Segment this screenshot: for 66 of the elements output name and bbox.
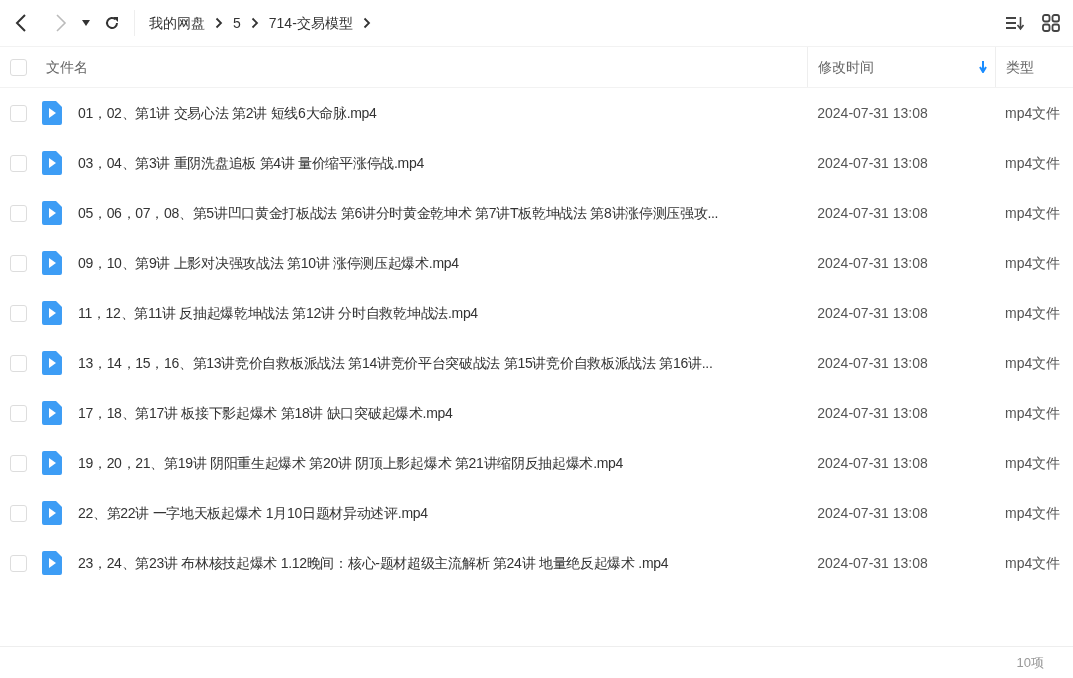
row-checkbox[interactable] bbox=[10, 554, 27, 572]
row-checkbox[interactable] bbox=[10, 304, 27, 322]
column-header[interactable]: 修改时间 bbox=[818, 56, 874, 78]
video-file-icon bbox=[41, 551, 62, 575]
row-checkbox[interactable] bbox=[10, 454, 27, 472]
chevron-icon bbox=[362, 17, 371, 29]
file-name[interactable]: 19，20，21、第19讲 阴阳重生起爆术 第20讲 阴顶上影起爆术 第21讲缩阴反抽起爆术.mp4 bbox=[77, 452, 624, 474]
file-name[interactable]: 22、第22讲 一字地天板起爆术 1月10日题材异动述评.mp4 bbox=[77, 502, 428, 524]
video-file-icon bbox=[41, 151, 62, 175]
file-name[interactable]: 13，14，15，16、第13讲竞价自救板派战法 第14讲竞价平台突破战法 第15讲竞价自救板派战法 第16讲... bbox=[77, 352, 713, 374]
video-file-icon bbox=[41, 351, 62, 375]
breadcrumb-link[interactable]: 5 bbox=[233, 12, 241, 34]
breadcrumb-link[interactable]: 我的网盘 bbox=[149, 12, 205, 34]
item-count: 10项 bbox=[1016, 653, 1044, 672]
modified-time: 2024-07-31 13:08 bbox=[817, 453, 928, 473]
caret-icon bbox=[82, 20, 90, 26]
chevron-icon bbox=[250, 17, 259, 29]
column-header[interactable]: 类型 bbox=[1006, 56, 1034, 78]
file-type: mp4文件 bbox=[1005, 403, 1061, 423]
modified-time: 2024-07-31 13:08 bbox=[817, 353, 928, 373]
column-header[interactable]: 文件名 bbox=[46, 56, 88, 78]
video-file-icon bbox=[41, 301, 62, 325]
modified-time: 2024-07-31 13:08 bbox=[817, 553, 928, 573]
grid-view-button[interactable] bbox=[1039, 11, 1063, 35]
file-type: mp4文件 bbox=[1005, 453, 1061, 473]
chevron-icon bbox=[215, 17, 223, 29]
file-name[interactable]: 17，18、第17讲 板接下影起爆术 第18讲 缺口突破起爆术.mp4 bbox=[77, 402, 453, 424]
video-file-icon bbox=[41, 401, 62, 425]
row-checkbox[interactable] bbox=[10, 204, 27, 222]
file-name[interactable]: 05，06，07，08、第5讲凹口黄金打板战法 第6讲分时黄金乾坤术 第7讲T板乾坤战法 第8讲涨停测压强攻... bbox=[77, 202, 719, 224]
file-name[interactable]: 03，04、第3讲 重阴洗盘追板 第4讲 量价缩平涨停战.mp4 bbox=[77, 152, 424, 174]
file-type: mp4文件 bbox=[1005, 353, 1061, 373]
file-type: mp4文件 bbox=[1005, 103, 1061, 123]
modified-time: 2024-07-31 13:08 bbox=[817, 203, 928, 223]
modified-time: 2024-07-31 13:08 bbox=[817, 103, 928, 123]
refresh-icon bbox=[104, 15, 120, 31]
modified-time: 2024-07-31 13:08 bbox=[817, 153, 928, 173]
file-name[interactable]: 01，02、第1讲 交易心法 第2讲 短线6大命脉.mp4 bbox=[77, 102, 377, 124]
file-type: mp4文件 bbox=[1005, 503, 1061, 523]
video-file-icon bbox=[41, 101, 62, 125]
file-type: mp4文件 bbox=[1005, 203, 1061, 223]
file-name[interactable]: 23，24、第23讲 布林核技起爆术 1.12晚间：核心-题材超级主流解析 第24讲 地量绝反起爆术 .mp4 bbox=[77, 552, 669, 574]
breadcrumb-link[interactable]: 714-交易模型 bbox=[268, 12, 353, 34]
row-checkbox[interactable] bbox=[10, 504, 27, 522]
modified-time: 2024-07-31 13:08 bbox=[817, 253, 928, 273]
row-checkbox[interactable] bbox=[10, 154, 27, 172]
select-all-checkbox[interactable] bbox=[10, 58, 27, 76]
row-checkbox[interactable] bbox=[10, 104, 27, 122]
file-type: mp4文件 bbox=[1005, 303, 1061, 323]
sort-icon bbox=[1005, 15, 1025, 31]
file-type: mp4文件 bbox=[1005, 253, 1061, 273]
row-checkbox[interactable] bbox=[10, 404, 27, 422]
modified-time: 2024-07-31 13:08 bbox=[817, 303, 928, 323]
row-checkbox[interactable] bbox=[10, 354, 27, 372]
video-file-icon bbox=[41, 451, 62, 475]
file-name[interactable]: 11，12、第11讲 反抽起爆乾坤战法 第12讲 分时自救乾坤战法.mp4 bbox=[77, 302, 478, 324]
file-type: mp4文件 bbox=[1005, 153, 1061, 173]
grid-view-icon bbox=[1042, 14, 1060, 32]
modified-time: 2024-07-31 13:08 bbox=[817, 503, 928, 523]
modified-time: 2024-07-31 13:08 bbox=[817, 403, 928, 423]
video-file-icon bbox=[41, 251, 62, 275]
file-name[interactable]: 09，10、第9讲 上影对决强攻战法 第10讲 涨停测压起爆术.mp4 bbox=[77, 252, 459, 274]
row-checkbox[interactable] bbox=[10, 254, 27, 272]
video-file-icon bbox=[41, 201, 62, 225]
video-file-icon bbox=[41, 501, 62, 525]
file-type: mp4文件 bbox=[1005, 553, 1061, 573]
